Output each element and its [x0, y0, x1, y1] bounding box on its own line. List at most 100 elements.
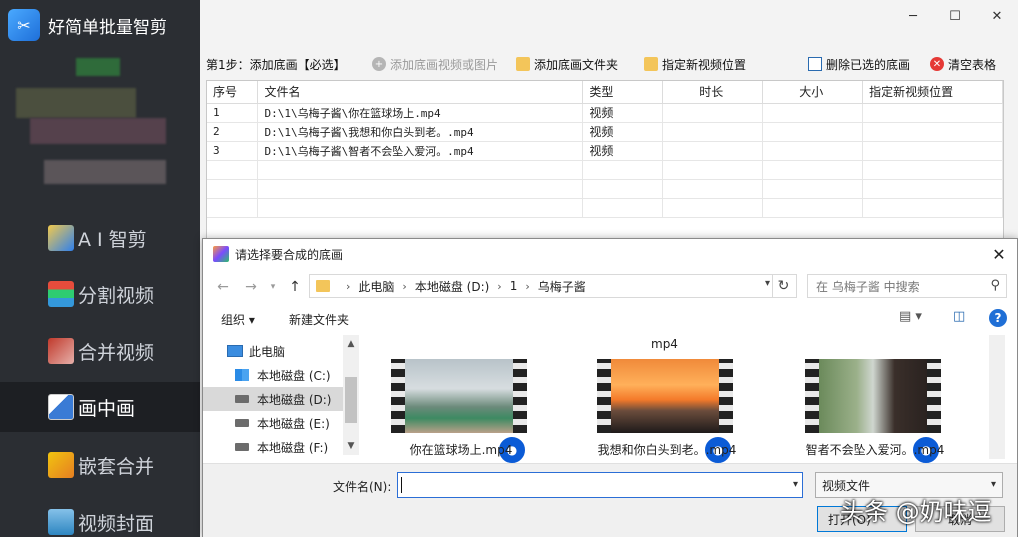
column-header[interactable]: 类型 — [582, 81, 664, 104]
cell-size — [762, 103, 864, 123]
tree-item-label: 本地磁盘 (F:) — [257, 440, 329, 455]
dialog-title-bar: 请选择要合成的底画 ✕ — [203, 239, 1017, 269]
table-row[interactable]: 1 D:\1\乌梅子酱\你在篮球场上.mp4 视频 — [207, 103, 1003, 123]
chevron-down-icon: ▾ — [990, 479, 996, 490]
file-tile[interactable]: ● 你在篮球场上.mp4 — [361, 357, 561, 465]
refresh-icon[interactable]: ↻ — [772, 275, 794, 297]
file-table[interactable]: 序号 文件名 类型 时长 大小 指定新视频位置 1 D:\1\乌梅子酱\你在篮球… — [206, 80, 1004, 240]
back-arrow-icon[interactable]: ← — [213, 277, 233, 297]
breadcrumb-separator[interactable]: › — [525, 280, 529, 293]
cell-duration — [662, 122, 764, 142]
app-title: 好简单批量智剪 — [48, 17, 167, 38]
cell-index: 2 — [207, 122, 259, 142]
add-folder-button[interactable]: 添加底画文件夹 — [512, 54, 622, 74]
nav-item-label: 合并视频 — [78, 341, 155, 364]
text-caret — [401, 477, 402, 493]
add-files-label: 添加底画视频或图片 — [390, 57, 499, 72]
file-name: 智者不会坠入爱河。.mp4 — [805, 443, 945, 457]
tree-item-this-pc[interactable]: 此电脑 — [227, 339, 347, 363]
nav-item-nested-merge[interactable]: 嵌套合并 — [0, 439, 200, 491]
table-row — [207, 198, 1003, 218]
column-header[interactable]: 文件名 — [257, 81, 584, 104]
nav-item-label: A I 智剪 — [78, 228, 147, 251]
breadcrumb-separator[interactable]: › — [497, 280, 501, 293]
cell-size — [762, 141, 864, 161]
filename-label: 文件名(N): — [333, 480, 392, 494]
nav-item-ai[interactable]: A I 智剪 — [0, 212, 200, 264]
folder-icon — [644, 57, 658, 71]
clear-table-button[interactable]: ✕ 清空表格 — [926, 54, 1000, 74]
column-header[interactable]: 大小 — [762, 81, 864, 104]
table-row[interactable]: 2 D:\1\乌梅子酱\我想和你白头到老。.mp4 视频 — [207, 122, 1003, 142]
file-list-scrollbar[interactable] — [989, 335, 1005, 459]
close-button[interactable]: ✕ — [976, 0, 1018, 32]
file-tile[interactable]: ● 我想和你白头到老。.mp4 — [567, 357, 767, 465]
cell-location — [862, 103, 1003, 123]
cell-index: 3 — [207, 141, 259, 161]
maximize-button[interactable]: ☐ — [934, 0, 976, 32]
minimize-button[interactable]: ─ — [892, 0, 934, 32]
scrollbar-thumb[interactable] — [345, 377, 357, 423]
cell-type: 视频 — [582, 141, 664, 161]
nav-item-split-video[interactable]: 分割视频 — [0, 268, 200, 320]
nav-item-merge-video[interactable]: 合并视频 — [0, 325, 200, 377]
dialog-close-button[interactable]: ✕ — [987, 243, 1011, 265]
video-thumbnail — [391, 359, 527, 433]
breadcrumb-separator[interactable]: › — [402, 280, 406, 293]
tree-scrollbar[interactable]: ▲ ▼ — [343, 335, 359, 455]
window-controls: ─ ☐ ✕ — [892, 0, 1018, 32]
breadcrumb-item[interactable]: 此电脑 — [358, 278, 394, 295]
column-header[interactable]: 时长 — [662, 81, 764, 104]
column-header[interactable]: 序号 — [207, 81, 259, 104]
up-arrow-icon[interactable]: ↑ — [285, 277, 305, 297]
tree-item-drive-d[interactable]: 本地磁盘 (D:) — [203, 387, 343, 411]
file-name: 你在篮球场上.mp4 — [409, 443, 513, 457]
app-window: ✂ 好简单批量智剪 A I 智剪 分割视频 合并视频 画中画 嵌套合并 视频封面… — [0, 0, 1018, 537]
forward-arrow-icon[interactable]: → — [241, 277, 261, 297]
add-files-button[interactable]: + 添加底画视频或图片 — [368, 54, 502, 74]
column-header[interactable]: 指定新视频位置 — [862, 81, 1003, 104]
delete-selected-button[interactable]: 删除已选的底画 — [804, 54, 914, 74]
nav-item-video-cover[interactable]: 视频封面 — [0, 496, 200, 537]
recent-dropdown-icon[interactable]: ▾ — [263, 277, 283, 297]
preview-pane-icon[interactable]: ◫ — [953, 309, 965, 324]
new-folder-button[interactable]: 新建文件夹 — [289, 311, 349, 328]
address-bar[interactable]: › 此电脑 › 本地磁盘 (D:) › 1 › 乌梅子酱 ▾ ↻ — [309, 274, 797, 298]
app-logo-icon: ✂ — [8, 9, 40, 41]
mosaic-block — [16, 88, 136, 118]
breadcrumb-item[interactable]: 1 — [510, 279, 518, 293]
address-dropdown-icon[interactable]: ▾ — [765, 278, 770, 289]
mosaic-block — [44, 160, 166, 184]
video-cover-icon — [48, 509, 74, 535]
set-location-button[interactable]: 指定新视频位置 — [640, 54, 750, 74]
nav-item-label: 画中画 — [78, 397, 136, 420]
tree-item-drive-e[interactable]: 本地磁盘 (E:) — [235, 411, 355, 435]
command-bar: 组织 ▾ 新建文件夹 ▤ ▾ ◫ ? — [203, 307, 1017, 333]
search-input[interactable]: 在 乌梅子酱 中搜索 ⚲ — [807, 274, 1007, 298]
tree-item-label: 本地磁盘 (E:) — [257, 416, 330, 431]
scroll-down-icon[interactable]: ▼ — [343, 439, 359, 453]
view-options-icon[interactable]: ▤ ▾ — [899, 309, 922, 324]
breadcrumb-separator: › — [346, 279, 351, 293]
nav-item-label: 嵌套合并 — [78, 455, 155, 478]
nav-item-picture-in-picture[interactable]: 画中画 — [0, 382, 200, 432]
table-row[interactable]: 3 D:\1\乌梅子酱\智者不会坠入爱河。.mp4 视频 — [207, 141, 1003, 161]
app-icon — [213, 246, 229, 262]
cell-location — [862, 141, 1003, 161]
tree-item-drive-f[interactable]: 本地磁盘 (F:) — [235, 435, 355, 459]
dialog-title: 请选择要合成的底画 — [235, 247, 344, 262]
chevron-down-icon[interactable]: ▾ — [793, 479, 798, 490]
breadcrumb-item[interactable]: 本地磁盘 (D:) — [415, 278, 489, 295]
tree-item-drive-c[interactable]: 本地磁盘 (C:) — [235, 363, 355, 387]
scroll-up-icon[interactable]: ▲ — [343, 337, 359, 351]
folder-icon — [316, 280, 330, 292]
help-icon[interactable]: ? — [989, 309, 1007, 327]
video-thumbnail — [805, 359, 941, 433]
breadcrumb-item[interactable]: 乌梅子酱 — [538, 278, 586, 295]
organize-button[interactable]: 组织 ▾ — [221, 311, 255, 328]
filename-input[interactable]: ▾ — [397, 472, 803, 498]
mosaic-block — [30, 118, 166, 144]
navigation-tree: 此电脑 本地磁盘 (C:) 本地磁盘 (D:) 本地磁盘 (E:) 本地磁盘 (… — [203, 335, 361, 459]
file-tile[interactable]: ● 智者不会坠入爱河。.mp4 — [775, 357, 975, 465]
address-row: ← → ▾ ↑ › 此电脑 › 本地磁盘 (D:) › 1 › 乌梅子酱 ▾ ↻… — [203, 271, 1017, 301]
